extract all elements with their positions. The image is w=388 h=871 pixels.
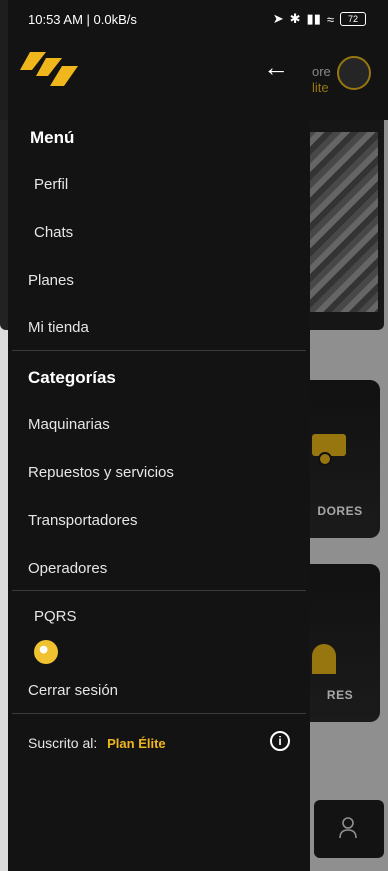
navigation-drawer: ← Menú Perfil Chats Planes Mi tienda Cat… xyxy=(8,0,310,871)
category-item-operadores[interactable]: Operadores xyxy=(28,560,107,577)
divider xyxy=(12,590,306,591)
category-item-repuestos[interactable]: Repuestos y servicios xyxy=(28,464,174,481)
category-item-transportadores[interactable]: Transportadores xyxy=(28,512,138,529)
logout-button[interactable]: Cerrar sesión xyxy=(28,682,118,699)
menu-item-planes[interactable]: Planes xyxy=(28,272,74,289)
bluetooth-icon: ✱ xyxy=(289,11,301,26)
subscription-label: Suscrito al: xyxy=(28,735,98,751)
menu-section-title: Menú xyxy=(30,128,75,147)
categories-section-title: Categorías xyxy=(28,368,116,387)
tennis-ball-icon[interactable] xyxy=(34,640,58,664)
status-bar: 10:53 AM | 0.0kB/s ➤ ✱ ▮▮ ≈ 72 xyxy=(0,0,388,40)
menu-item-perfil[interactable]: Perfil xyxy=(34,176,68,193)
menu-item-chats[interactable]: Chats xyxy=(34,224,73,241)
back-arrow-icon[interactable]: ← xyxy=(258,52,294,82)
location-icon: ➤ xyxy=(272,11,284,26)
divider xyxy=(12,713,306,714)
menu-item-mi-tienda[interactable]: Mi tienda xyxy=(28,319,89,336)
divider xyxy=(12,350,306,351)
drawer-scrim[interactable] xyxy=(300,0,388,871)
info-icon[interactable]: i xyxy=(270,731,290,751)
wifi-icon: ≈ xyxy=(326,11,334,27)
category-item-maquinarias[interactable]: Maquinarias xyxy=(28,416,110,433)
subscription-row: Suscrito al: Plan Élite xyxy=(28,735,166,751)
status-icons: ➤ ✱ ▮▮ ≈ 72 xyxy=(273,11,366,27)
menu-item-pqrs[interactable]: PQRS xyxy=(34,608,77,625)
signal-icon: ▮▮ xyxy=(306,11,321,26)
plan-name: Plan Élite xyxy=(107,736,166,751)
status-time: 10:53 AM | 0.0kB/s xyxy=(28,12,137,27)
app-logo xyxy=(20,48,84,92)
battery-icon: 72 xyxy=(340,12,366,26)
